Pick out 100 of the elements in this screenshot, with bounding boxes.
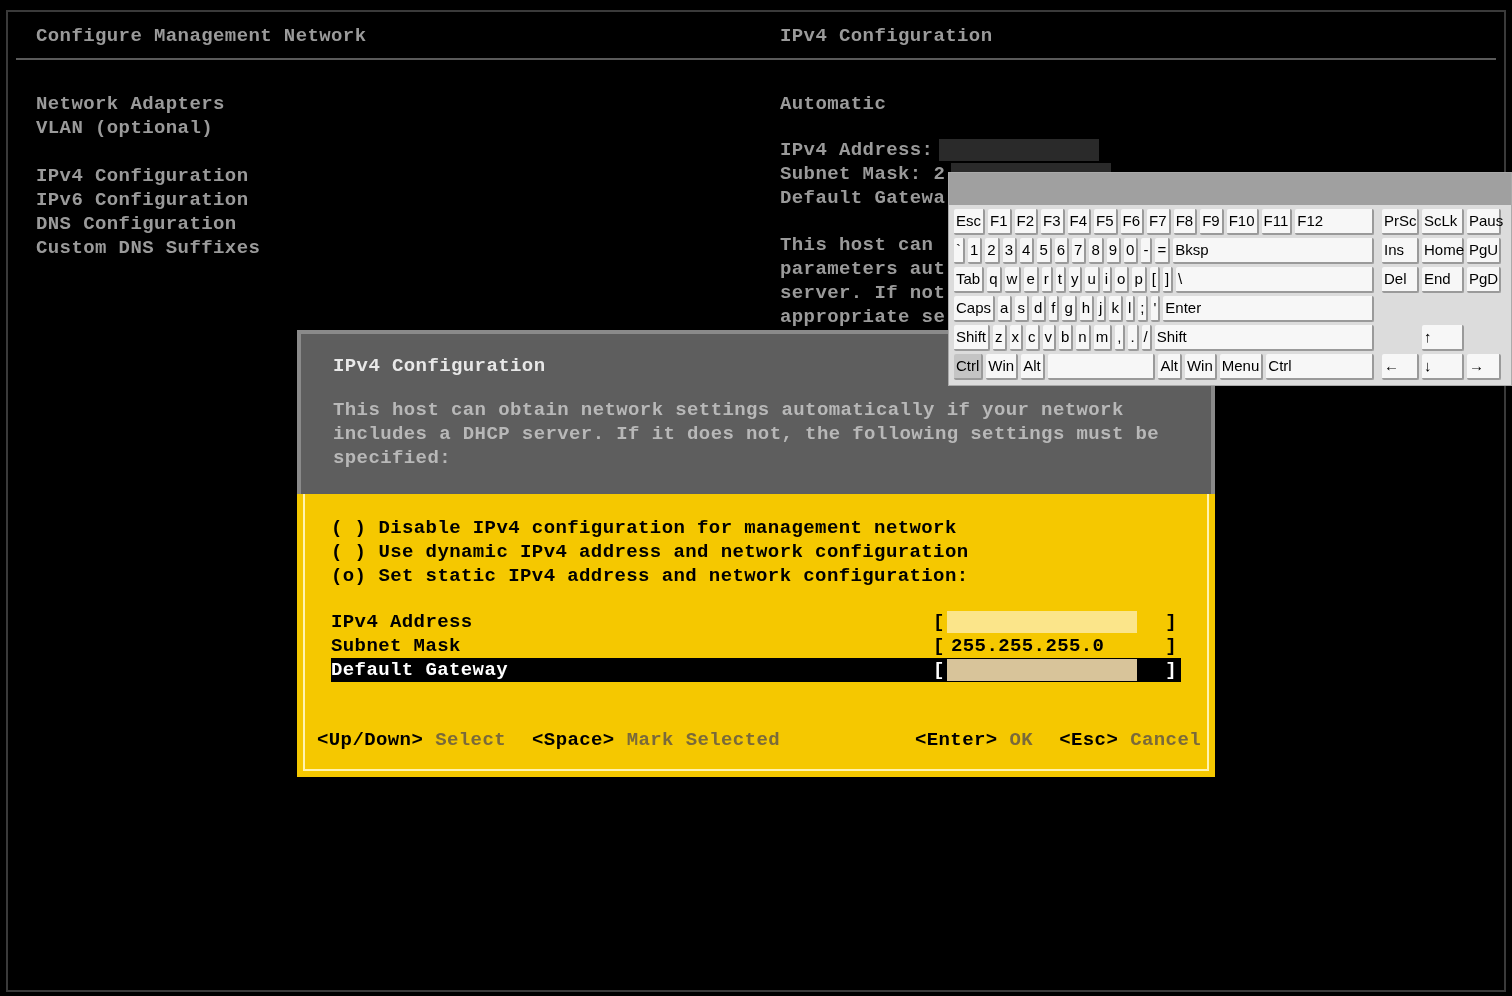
keyboard-key[interactable]: Home <box>1422 238 1464 264</box>
space-key[interactable] <box>1047 354 1156 380</box>
keyboard-key[interactable]: Win <box>986 354 1019 380</box>
keyboard-key[interactable]: ; <box>1138 296 1149 322</box>
field-row[interactable]: Default Gateway [ ] <box>331 658 1181 682</box>
keyboard-key[interactable]: . <box>1128 325 1139 351</box>
keyboard-key[interactable]: Alt <box>1021 354 1045 380</box>
keyboard-key[interactable]: F10 <box>1226 209 1259 235</box>
keyboard-key[interactable]: w <box>1004 267 1022 293</box>
keyboard-key[interactable]: Esc <box>954 209 985 235</box>
keyboard-key[interactable]: Win <box>1184 354 1217 380</box>
keyboard-key[interactable]: F2 <box>1014 209 1039 235</box>
field-row[interactable]: Subnet Mask [ 255.255.255.0 ] <box>331 634 1181 658</box>
keyboard-key[interactable]: , <box>1115 325 1126 351</box>
keyboard-key[interactable]: ↓ <box>1422 354 1464 380</box>
keyboard-key[interactable]: i <box>1102 267 1113 293</box>
keyboard-key[interactable]: ← <box>1382 354 1419 380</box>
keyboard-key[interactable]: F12 <box>1295 209 1374 235</box>
keyboard-key[interactable]: PgU <box>1467 238 1501 264</box>
keyboard-key[interactable]: Paus <box>1467 209 1501 235</box>
keyboard-key[interactable]: Ctrl <box>1266 354 1374 380</box>
keyboard-key[interactable]: h <box>1079 296 1095 322</box>
radio-option[interactable]: ( ) Disable IPv4 configuration for management network <box>331 516 957 540</box>
keyboard-key[interactable]: F8 <box>1173 209 1198 235</box>
keyboard-key[interactable]: t <box>1055 267 1066 293</box>
keyboard-key[interactable]: p <box>1132 267 1147 293</box>
keyboard-key[interactable]: o <box>1115 267 1130 293</box>
keyboard-key[interactable]: F7 <box>1147 209 1171 235</box>
keyboard-key[interactable]: / <box>1141 325 1152 351</box>
radio-option[interactable]: ( ) Use dynamic IPv4 address and network configuration <box>331 540 969 564</box>
keyboard-key[interactable]: u <box>1085 267 1100 293</box>
keyboard-key[interactable]: ` <box>954 238 965 264</box>
keyboard-key[interactable]: q <box>987 267 1002 293</box>
keyboard-key[interactable]: e <box>1024 267 1039 293</box>
keyboard-key[interactable]: F4 <box>1067 209 1092 235</box>
keyboard-key[interactable]: 9 <box>1106 238 1122 264</box>
bracket: ] <box>1165 658 1178 682</box>
keyboard-key[interactable]: = <box>1155 238 1171 264</box>
keyboard-key[interactable]: f <box>1049 296 1060 322</box>
keyboard-key[interactable]: Shift <box>954 325 990 351</box>
keyboard-key[interactable]: d <box>1031 296 1047 322</box>
keyboard-key[interactable]: ↑ <box>1422 325 1464 351</box>
keyboard-key[interactable]: v <box>1042 325 1056 351</box>
keyboard-key[interactable]: Ctrl <box>954 354 984 380</box>
keyboard-key[interactable]: l <box>1125 296 1136 322</box>
keyboard-key[interactable]: F5 <box>1094 209 1118 235</box>
menu-item[interactable]: IPv4 Configuration <box>36 164 249 188</box>
keyboard-key[interactable]: 1 <box>968 238 983 264</box>
keyboard-key[interactable]: F9 <box>1200 209 1224 235</box>
keyboard-key[interactable]: 2 <box>985 238 1000 264</box>
keyboard-key[interactable]: Enter <box>1163 296 1374 322</box>
keyboard-key[interactable]: Bksp <box>1173 238 1374 264</box>
keyboard-key[interactable]: 6 <box>1054 238 1070 264</box>
keyboard-key[interactable]: 8 <box>1089 238 1104 264</box>
keyboard-key[interactable]: a <box>998 296 1013 322</box>
keyboard-key[interactable]: k <box>1109 296 1123 322</box>
keyboard-key[interactable]: Tab <box>954 267 985 293</box>
keyboard-key[interactable]: c <box>1026 325 1040 351</box>
menu-item[interactable]: VLAN (optional) <box>36 116 214 140</box>
keyboard-key[interactable]: Alt <box>1158 354 1182 380</box>
keyboard-key[interactable]: g <box>1062 296 1077 322</box>
keyboard-key[interactable]: Del <box>1382 267 1419 293</box>
field-row[interactable]: IPv4 Address [ ] <box>331 610 1181 634</box>
keyboard-key[interactable]: 4 <box>1020 238 1035 264</box>
keyboard-key[interactable]: z <box>993 325 1007 351</box>
keyboard-key[interactable]: F6 <box>1120 209 1145 235</box>
keyboard-key[interactable]: Shift <box>1154 325 1374 351</box>
keyboard-key[interactable]: y <box>1068 267 1083 293</box>
keyboard-key[interactable]: F11 <box>1261 209 1293 235</box>
keyboard-key[interactable]: ScLk <box>1422 209 1464 235</box>
keyboard-key[interactable]: 7 <box>1072 238 1087 264</box>
keyboard-key[interactable]: ] <box>1162 267 1174 293</box>
keyboard-key[interactable]: Menu <box>1219 354 1264 380</box>
keyboard-key[interactable]: s <box>1015 296 1029 322</box>
keyboard-key[interactable]: j <box>1097 296 1107 322</box>
keyboard-key[interactable]: → <box>1467 354 1501 380</box>
keyboard-key[interactable]: Caps <box>954 296 996 322</box>
keyboard-key[interactable]: m <box>1093 325 1113 351</box>
keyboard-key[interactable]: 0 <box>1124 238 1139 264</box>
keyboard-key[interactable]: r <box>1041 267 1053 293</box>
keyboard-key[interactable]: PrSc <box>1382 209 1419 235</box>
menu-item[interactable]: Network Adapters <box>36 92 225 116</box>
keyboard-key[interactable]: x <box>1009 325 1023 351</box>
menu-item[interactable]: DNS Configuration <box>36 212 237 236</box>
keyboard-key[interactable]: F1 <box>988 209 1012 235</box>
keyboard-key[interactable]: 3 <box>1002 238 1018 264</box>
menu-item[interactable]: IPv6 Configuration <box>36 188 249 212</box>
keyboard-key[interactable]: n <box>1076 325 1091 351</box>
keyboard-key[interactable]: - <box>1141 238 1153 264</box>
keyboard-key[interactable]: [ <box>1149 267 1160 293</box>
radio-option[interactable]: (o) Set static IPv4 address and network configuration: <box>331 564 969 588</box>
keyboard-key[interactable]: PgD <box>1467 267 1501 293</box>
keyboard-key[interactable]: b <box>1059 325 1074 351</box>
keyboard-key[interactable]: 5 <box>1037 238 1052 264</box>
keyboard-key[interactable]: ' <box>1151 296 1161 322</box>
keyboard-key[interactable]: \ <box>1176 267 1374 293</box>
keyboard-key[interactable]: F3 <box>1041 209 1065 235</box>
keyboard-key[interactable]: End <box>1422 267 1464 293</box>
keyboard-key[interactable]: Ins <box>1382 238 1419 264</box>
menu-item[interactable]: Custom DNS Suffixes <box>36 236 261 260</box>
